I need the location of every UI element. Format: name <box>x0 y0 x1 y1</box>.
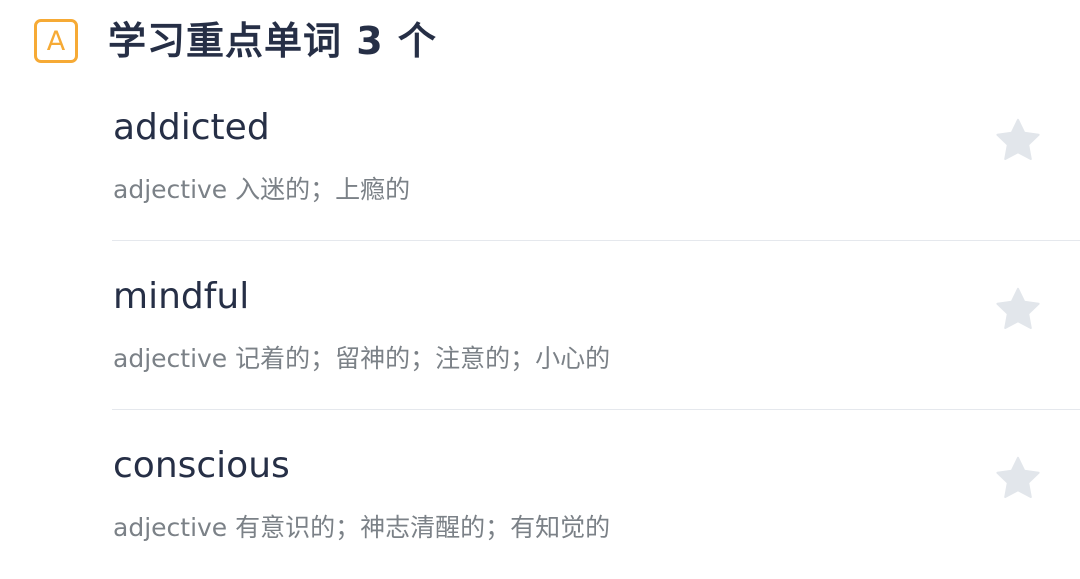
star-icon <box>996 118 1040 160</box>
word-text: conscious <box>113 445 290 486</box>
word-row-mindful[interactable]: mindful adjective 记着的；留神的；注意的；小心的 <box>112 241 1080 410</box>
word-text: mindful <box>113 276 250 317</box>
favorite-star-button[interactable] <box>994 454 1042 502</box>
word-definition: adjective 有意识的；神志清醒的；有知觉的 <box>113 513 611 542</box>
word-list: addicted adjective 入迷的；上瘾的 mindful adjec… <box>112 72 1080 579</box>
word-row-conscious[interactable]: conscious adjective 有意识的；神志清醒的；有知觉的 <box>112 410 1080 579</box>
section-header: A 学习重点单词 3 个 <box>34 16 437 66</box>
letter-a-badge-icon: A <box>34 19 78 63</box>
section-title: 学习重点单词 3 个 <box>108 19 437 63</box>
word-row-addicted[interactable]: addicted adjective 入迷的；上瘾的 <box>112 72 1080 241</box>
word-definition: adjective 记着的；留神的；注意的；小心的 <box>113 344 611 373</box>
word-definition: adjective 入迷的；上瘾的 <box>113 175 411 204</box>
favorite-star-button[interactable] <box>994 285 1042 333</box>
favorite-star-button[interactable] <box>994 116 1042 164</box>
star-icon <box>996 456 1040 498</box>
star-icon <box>996 287 1040 329</box>
word-text: addicted <box>113 107 270 148</box>
